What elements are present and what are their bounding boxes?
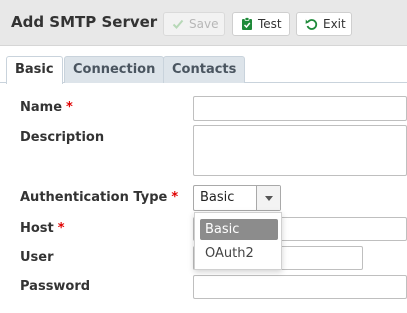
password-field[interactable] xyxy=(193,275,407,299)
save-button-label: Save xyxy=(189,17,219,31)
window-title: Add SMTP Server xyxy=(11,13,158,31)
host-label: Host * xyxy=(20,221,65,236)
name-label-text: Name xyxy=(20,100,63,115)
clipboard-check-icon xyxy=(242,17,252,30)
auth-type-label: Authentication Type * xyxy=(20,190,178,205)
required-marker: * xyxy=(171,190,179,205)
tab-connection[interactable]: Connection xyxy=(64,56,165,83)
test-button[interactable]: Test xyxy=(232,12,290,36)
description-label: Description xyxy=(20,130,105,145)
title-bar: Add SMTP Server Save Test Exit xyxy=(0,0,407,46)
test-button-label: Test xyxy=(258,17,282,31)
exit-button[interactable]: Exit xyxy=(296,12,352,36)
user-label: User xyxy=(20,250,54,265)
required-marker: * xyxy=(66,100,73,115)
tab-basic[interactable]: Basic xyxy=(6,56,63,84)
auth-type-select[interactable]: Basic xyxy=(193,185,281,211)
host-label-text: Host xyxy=(20,221,54,236)
auth-type-selected-value: Basic xyxy=(200,190,235,205)
caret-down-icon xyxy=(264,195,273,201)
checkmark-icon xyxy=(172,19,184,29)
required-marker: * xyxy=(57,221,65,236)
auth-type-label-text: Authentication Type xyxy=(20,190,168,205)
dropdown-option-basic[interactable]: Basic xyxy=(200,219,278,240)
save-button[interactable]: Save xyxy=(163,12,225,36)
name-field[interactable] xyxy=(193,96,407,121)
dropdown-option-oauth2[interactable]: OAuth2 xyxy=(200,243,278,264)
exit-button-label: Exit xyxy=(323,17,346,31)
auth-type-dropdown-list: Basic OAuth2 xyxy=(194,212,282,270)
description-field[interactable] xyxy=(193,125,407,176)
name-label: Name * xyxy=(20,100,73,115)
undo-arrow-icon xyxy=(305,18,318,30)
dropdown-toggle[interactable] xyxy=(256,186,280,210)
tab-bar: Basic Connection Contacts xyxy=(0,56,407,84)
tab-contacts[interactable]: Contacts xyxy=(163,56,246,83)
password-label: Password xyxy=(20,279,91,294)
